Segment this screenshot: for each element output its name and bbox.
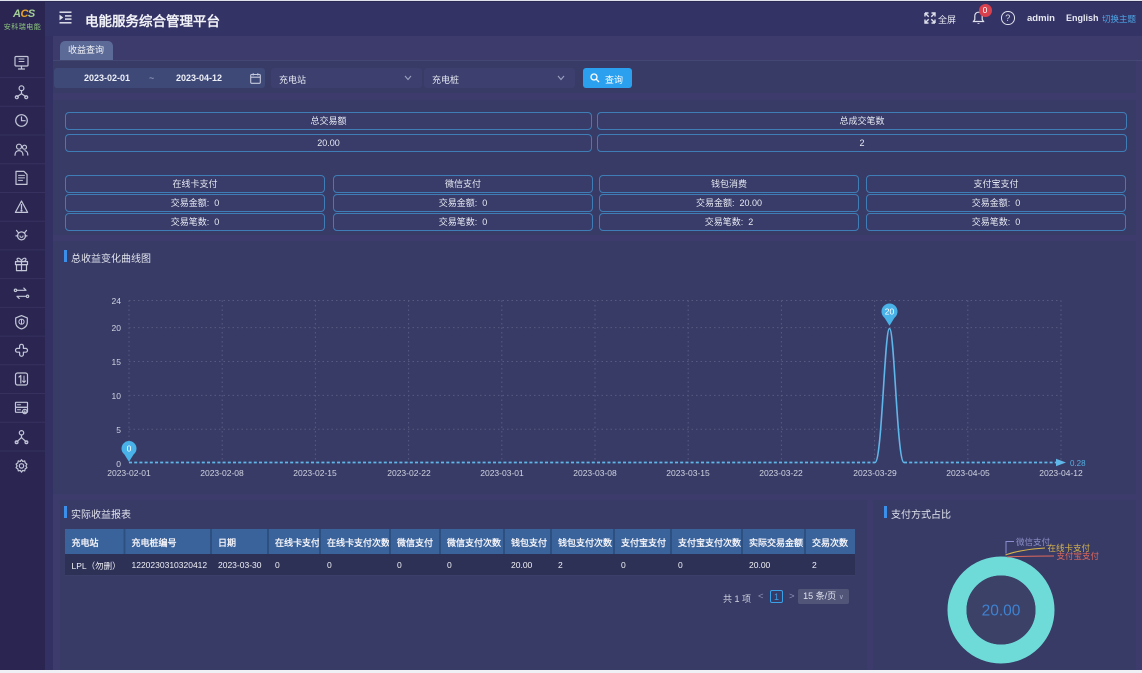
svg-text:2023-04-05: 2023-04-05: [946, 468, 990, 478]
svg-text:2023-02-22: 2023-02-22: [387, 468, 431, 478]
svg-text:2023-02-01: 2023-02-01: [107, 468, 151, 478]
svg-text:0: 0: [127, 444, 132, 454]
svg-text:5: 5: [116, 425, 121, 435]
svg-text:2023-02-08: 2023-02-08: [200, 468, 244, 478]
svg-text:0.28: 0.28: [1070, 459, 1086, 468]
svg-text:2023-03-29: 2023-03-29: [853, 468, 897, 478]
svg-text:20: 20: [112, 323, 122, 333]
svg-text:支付宝支付: 支付宝支付: [1057, 551, 1100, 561]
svg-text:2023-03-15: 2023-03-15: [666, 468, 710, 478]
svg-text:2023-03-01: 2023-03-01: [480, 468, 524, 478]
svg-text:10: 10: [112, 391, 122, 401]
svg-text:20: 20: [885, 307, 895, 317]
svg-text:24: 24: [112, 296, 122, 306]
svg-text:2023-04-12: 2023-04-12: [1039, 468, 1083, 478]
svg-text:15: 15: [112, 357, 122, 367]
svg-text:2023-03-22: 2023-03-22: [759, 468, 803, 478]
svg-text:微信支付: 微信支付: [1016, 537, 1051, 547]
svg-text:2023-02-15: 2023-02-15: [293, 468, 337, 478]
svg-text:2023-03-08: 2023-03-08: [573, 468, 617, 478]
svg-text:20.00: 20.00: [982, 603, 1021, 620]
